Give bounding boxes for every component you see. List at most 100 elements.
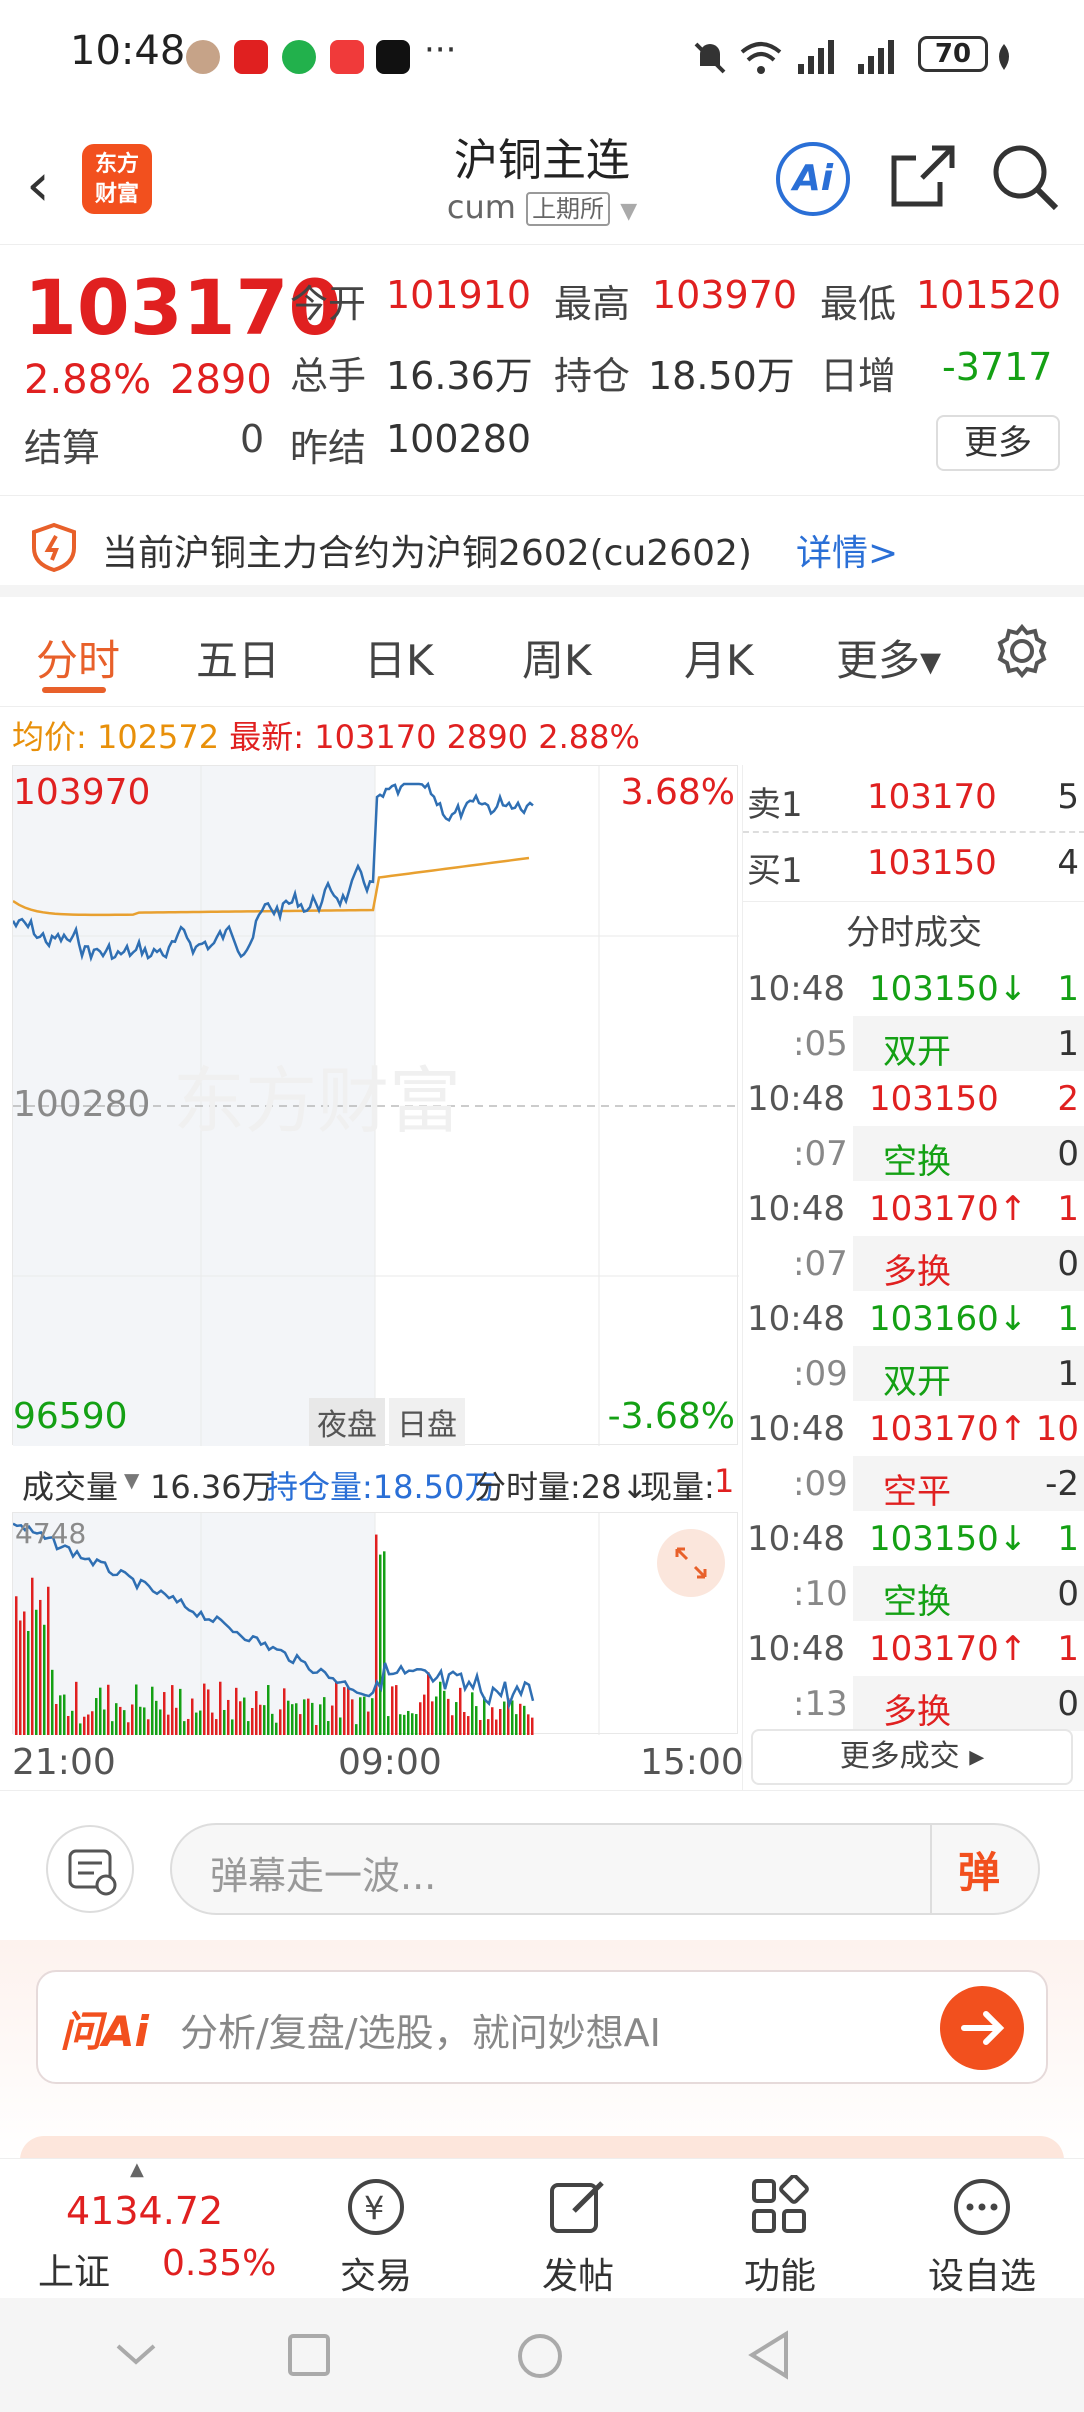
volume-bar	[319, 1704, 322, 1735]
tab-five-day[interactable]: 五日	[196, 627, 280, 688]
volume-bar	[463, 1712, 466, 1735]
volume-bar	[19, 1620, 22, 1735]
volume-bar	[55, 1703, 58, 1735]
notice-text: 当前沪铜主力合约为沪铜2602(cu2602)	[102, 533, 752, 574]
volume-bar	[339, 1717, 342, 1735]
volume-bar	[271, 1713, 274, 1735]
danmaku-bar: 弹幕走一波... 弹	[0, 1790, 1084, 1940]
last-label: 最新:	[229, 718, 305, 756]
tab-more[interactable]: 更多▾	[836, 627, 941, 688]
trade-price: 103160↓	[869, 1299, 1028, 1339]
gear-icon[interactable]	[994, 623, 1050, 679]
nav-post[interactable]: 发帖	[498, 2159, 658, 2299]
danmaku-send-button[interactable]: 弹	[930, 1825, 1038, 1913]
open-value: 101910	[386, 273, 532, 317]
share-icon[interactable]	[888, 142, 958, 212]
system-home-icon[interactable]	[516, 2332, 564, 2380]
more-trades-button[interactable]: 更多成交 ▸	[751, 1729, 1073, 1785]
trade-row: 10:48 103160↓ 1	[743, 1291, 1084, 1346]
ask-price: 103170	[867, 777, 997, 817]
y-bottom-label: 96590	[13, 1396, 128, 1437]
volume-label: 总手	[290, 354, 367, 398]
grid-apps-icon	[752, 2175, 809, 2233]
volume-bar	[275, 1722, 278, 1735]
volume-bar	[83, 1716, 86, 1735]
volume-chart-svg	[12, 1513, 600, 1735]
danmaku-settings-button[interactable]	[46, 1825, 134, 1913]
shield-icon	[32, 522, 76, 572]
tab-daily-k[interactable]: 日K	[364, 627, 434, 688]
ai-input-placeholder: 分析/复盘/选股，就问妙想AI	[180, 2011, 661, 2055]
wechat-icon	[282, 40, 316, 74]
index-value: 4134.72	[66, 2189, 224, 2233]
volume-bar	[311, 1702, 314, 1735]
volume-bar	[279, 1709, 282, 1735]
volume-selector-caret-icon[interactable]: ▼	[124, 1468, 139, 1492]
more-dots-icon	[954, 2179, 1010, 2235]
search-icon[interactable]	[990, 142, 1060, 212]
volume-bar	[211, 1712, 214, 1735]
more-notifications-icon: ···	[424, 30, 457, 70]
trade-type: 空换	[883, 1142, 951, 1182]
daily-inc-value: -3717	[942, 345, 1053, 389]
trade-type-volume: 1	[1057, 1024, 1079, 1064]
trade-price: 103170↑	[869, 1629, 1028, 1669]
volume-bar	[427, 1672, 430, 1735]
tab-monthly-k[interactable]: 月K	[684, 627, 754, 688]
y-mid-label: 100280	[13, 1084, 151, 1125]
volume-bar	[291, 1704, 294, 1735]
volume-bar	[103, 1709, 106, 1735]
tiktok-icon	[376, 40, 410, 74]
expand-button[interactable]	[657, 1529, 725, 1597]
volume-bar	[299, 1714, 302, 1735]
trade-price: 103150	[869, 1079, 999, 1119]
avg-label: 均价:	[12, 718, 87, 756]
volume-bar	[183, 1721, 186, 1735]
intraday-chart[interactable]: 东方财富 103970 3.68% 100280 96590 -3.68% 夜盘…	[11, 765, 739, 1446]
quote-panel: 103170 2.88% 2890 结算 0 今开 101910 最高 1039…	[0, 245, 1084, 495]
notice-details-link[interactable]: 详情>	[796, 524, 898, 576]
volume-selector[interactable]: 成交量	[22, 1462, 118, 1508]
nav-functions-label: 功能	[743, 2256, 816, 2297]
volume-bar	[31, 1577, 34, 1735]
volume-bar	[243, 1697, 246, 1735]
nav-trade[interactable]: ¥ 交易	[296, 2159, 456, 2299]
volume-bar	[459, 1687, 462, 1735]
trade-type-volume: 1	[1057, 1354, 1079, 1394]
volume-bar	[267, 1685, 270, 1735]
back-button[interactable]: ‹	[26, 150, 50, 220]
last-pct: 2.88%	[538, 718, 640, 756]
night-session-tag: 夜盘	[309, 1398, 385, 1446]
active-tab-indicator	[42, 687, 106, 693]
more-button[interactable]: 更多	[936, 415, 1060, 471]
x-tick-start: 21:00	[12, 1742, 116, 1783]
volume-bar	[179, 1688, 182, 1735]
volume-bar	[363, 1696, 366, 1735]
volume-bar	[263, 1705, 266, 1735]
volume-bar	[23, 1611, 26, 1735]
volume-bar	[15, 1596, 18, 1735]
system-back-icon[interactable]	[746, 2330, 792, 2380]
ai-button[interactable]: Ai	[776, 142, 850, 216]
volume-bar	[159, 1709, 162, 1735]
trade-type: 多换	[883, 1252, 951, 1292]
nav-functions[interactable]: 功能	[700, 2159, 860, 2299]
trade-volume: 2	[1057, 1079, 1079, 1119]
tab-weekly-k[interactable]: 周K	[522, 627, 592, 688]
ai-submit-button[interactable]	[940, 1986, 1024, 2070]
volume-chart[interactable]: 4748	[12, 1512, 738, 1735]
x-tick-end: 15:00	[640, 1742, 744, 1783]
system-chevron-down-icon[interactable]	[112, 2334, 160, 2374]
index-ticker[interactable]: ▲ 4134.72 上证 0.35%	[0, 2159, 300, 2299]
system-recents-icon[interactable]	[286, 2332, 332, 2378]
vol-max-label: 4748	[15, 1517, 87, 1550]
trade-time: 10:48	[747, 1519, 845, 1559]
volume-bar	[227, 1699, 230, 1735]
contract-subtitle[interactable]: cum 上期所 ▼	[342, 188, 742, 226]
nav-add-watchlist[interactable]: 设自选	[902, 2159, 1062, 2299]
volume-bar	[499, 1708, 502, 1735]
wifi-icon	[740, 42, 782, 74]
volume-bar	[411, 1713, 414, 1735]
chart-watermark: 东方财富	[173, 1059, 461, 1143]
tab-intraday[interactable]: 分时	[36, 627, 120, 688]
